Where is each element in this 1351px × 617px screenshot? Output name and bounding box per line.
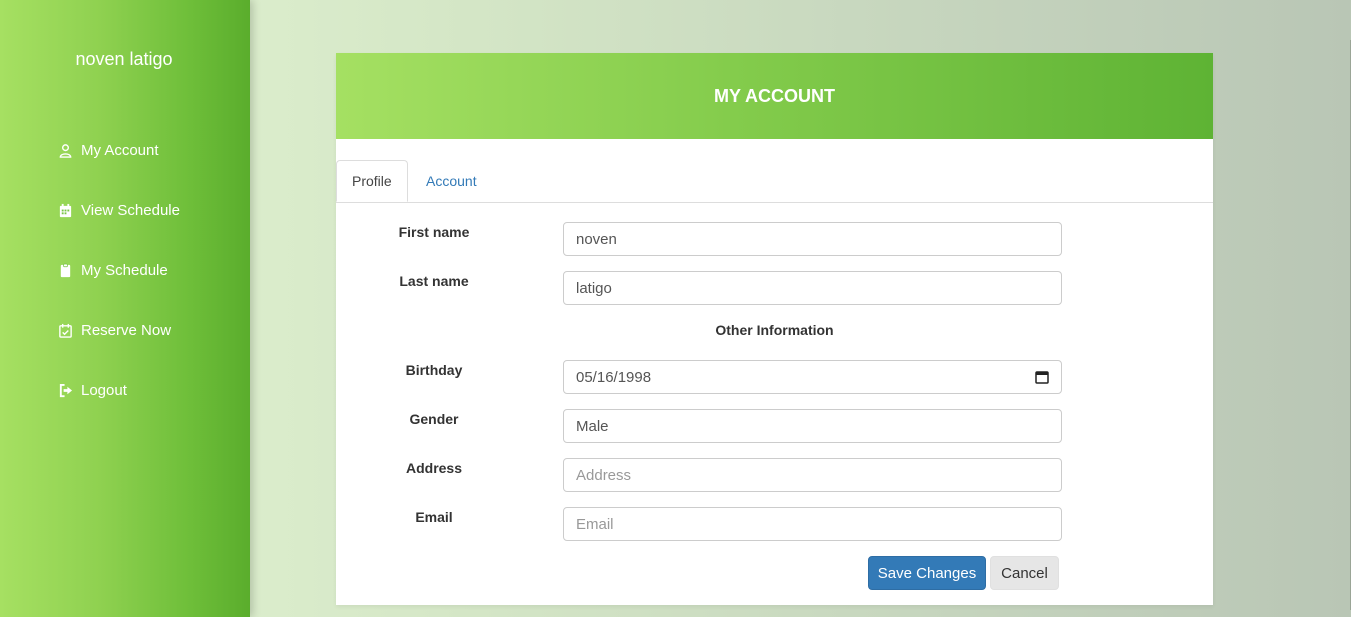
first-name-field[interactable] [563, 222, 1062, 256]
page-title: MY ACCOUNT [714, 85, 835, 106]
sidebar-item-label: My Schedule [81, 261, 168, 279]
tab-account[interactable]: Account [411, 160, 492, 201]
tab-profile[interactable]: Profile [336, 160, 408, 202]
card-header: MY ACCOUNT [336, 53, 1213, 139]
calendar-icon [59, 203, 72, 217]
email-field[interactable] [563, 507, 1062, 541]
user-icon [59, 143, 72, 158]
calendar-picker-icon[interactable] [1035, 370, 1049, 384]
birthday-label: Birthday [405, 362, 463, 378]
sidebar-item-view-schedule[interactable]: View Schedule [58, 199, 180, 221]
sidebar-item-label: My Account [81, 141, 159, 159]
calendar-check-icon [59, 323, 72, 338]
section-title: Other Information [715, 322, 834, 338]
cancel-button[interactable]: Cancel [990, 556, 1059, 590]
sidebar-item-my-account[interactable]: My Account [58, 139, 159, 161]
sidebar-item-label: Reserve Now [81, 321, 172, 339]
last-name-label: Last name [399, 273, 469, 289]
address-label: Address [405, 460, 463, 476]
sidebar-item-label: Logout [81, 381, 127, 399]
birthday-field[interactable]: 05/16/1998 [563, 360, 1062, 394]
address-field[interactable] [563, 458, 1062, 492]
sidebar-item-logout[interactable]: Logout [58, 379, 127, 401]
account-card: MY ACCOUNT Profile Account First name La… [336, 53, 1213, 605]
sidebar-item-reserve-now[interactable]: Reserve Now [58, 319, 171, 341]
save-changes-button[interactable]: Save Changes [868, 556, 986, 590]
sidebar-item-label: View Schedule [81, 201, 180, 219]
clipboard-icon [60, 263, 71, 277]
logout-icon [59, 383, 73, 397]
sidebar: noven latigo My Account View Schedule My… [0, 0, 250, 617]
gender-field[interactable] [563, 409, 1062, 443]
sidebar-item-my-schedule[interactable]: My Schedule [58, 259, 168, 281]
last-name-field[interactable] [563, 271, 1062, 305]
first-name-label: First name [398, 224, 470, 240]
tab-bar: Profile Account [336, 160, 1213, 203]
email-label: Email [415, 509, 453, 525]
sidebar-user-name: noven latigo [75, 49, 173, 69]
gender-label: Gender [409, 411, 459, 427]
birthday-value: 05/16/1998 [576, 368, 652, 386]
